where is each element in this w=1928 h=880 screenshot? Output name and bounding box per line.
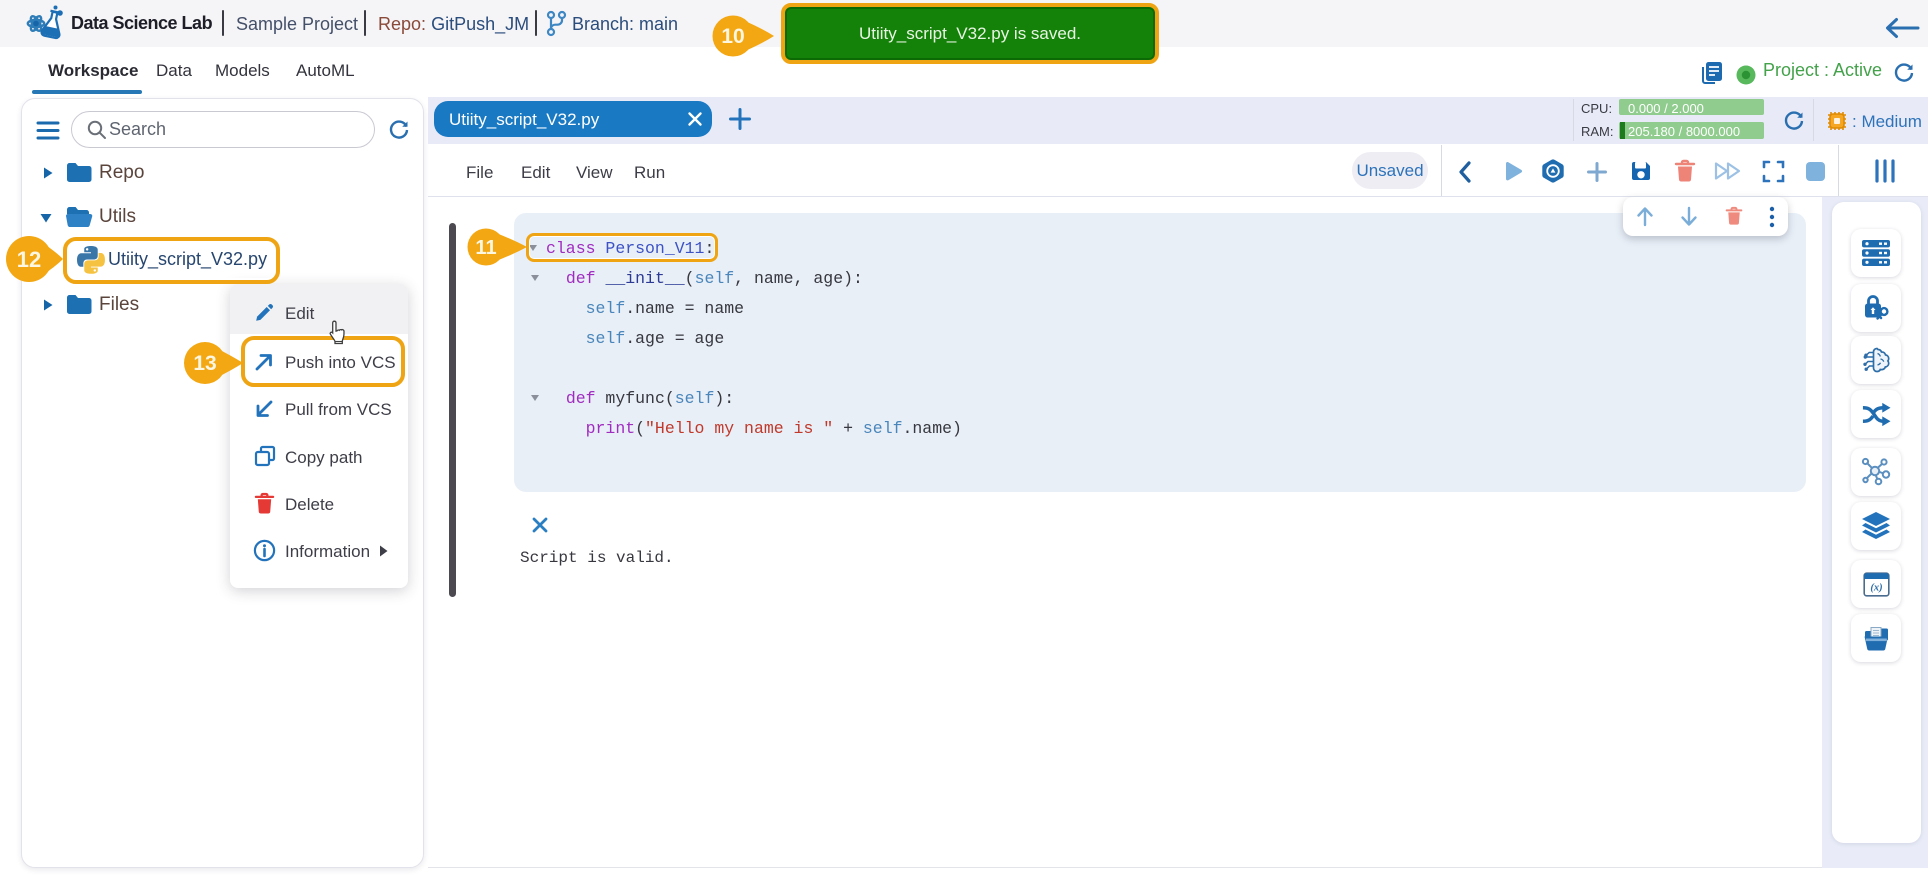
svg-text:(x): (x) xyxy=(1870,582,1882,593)
svg-text:13: 13 xyxy=(193,352,216,375)
svg-text:10: 10 xyxy=(721,25,744,48)
svg-text:11: 11 xyxy=(475,237,496,259)
svg-text:12: 12 xyxy=(17,247,41,272)
